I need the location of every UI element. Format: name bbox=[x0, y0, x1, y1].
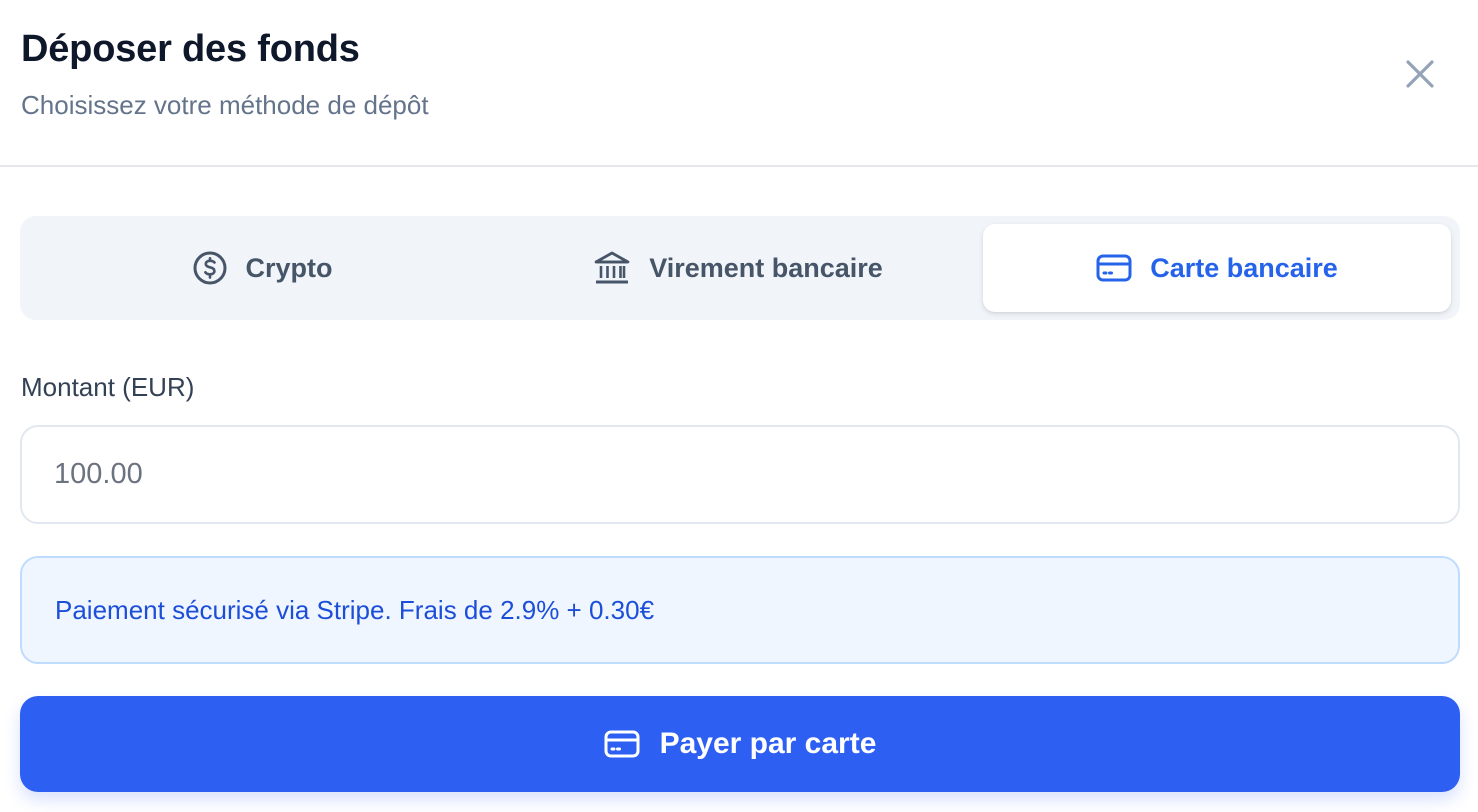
amount-input[interactable] bbox=[20, 425, 1460, 524]
deposit-method-tabs: Crypto Virement bancaire Carte bancaire bbox=[20, 216, 1460, 320]
bank-icon bbox=[593, 250, 631, 286]
close-icon bbox=[1406, 60, 1434, 88]
deposit-modal: Déposer des fonds Choisissez votre métho… bbox=[0, 0, 1478, 812]
close-button[interactable] bbox=[1396, 50, 1444, 98]
credit-card-icon bbox=[1096, 253, 1132, 283]
modal-title: Déposer des fonds bbox=[21, 28, 360, 70]
stripe-info-box: Paiement sécurisé via Stripe. Frais de 2… bbox=[20, 556, 1460, 664]
modal-subtitle: Choisissez votre méthode de dépôt bbox=[21, 90, 429, 120]
tab-crypto-label: Crypto bbox=[245, 252, 333, 283]
amount-label: Montant (EUR) bbox=[21, 372, 195, 402]
tab-bank-transfer-label: Virement bancaire bbox=[649, 252, 883, 283]
tab-bank-transfer[interactable]: Virement bancaire bbox=[504, 224, 972, 312]
pay-by-card-label: Payer par carte bbox=[659, 727, 877, 760]
tab-crypto[interactable]: Crypto bbox=[28, 224, 496, 312]
dollar-circle-icon bbox=[192, 250, 228, 286]
modal-header: Déposer des fonds Choisissez votre métho… bbox=[0, 0, 1478, 167]
credit-card-icon bbox=[604, 729, 640, 759]
pay-by-card-button[interactable]: Payer par carte bbox=[20, 696, 1460, 792]
stripe-info-text: Paiement sécurisé via Stripe. Frais de 2… bbox=[55, 594, 655, 625]
tab-card-label: Carte bancaire bbox=[1150, 252, 1338, 283]
tab-card[interactable]: Carte bancaire bbox=[983, 224, 1451, 312]
